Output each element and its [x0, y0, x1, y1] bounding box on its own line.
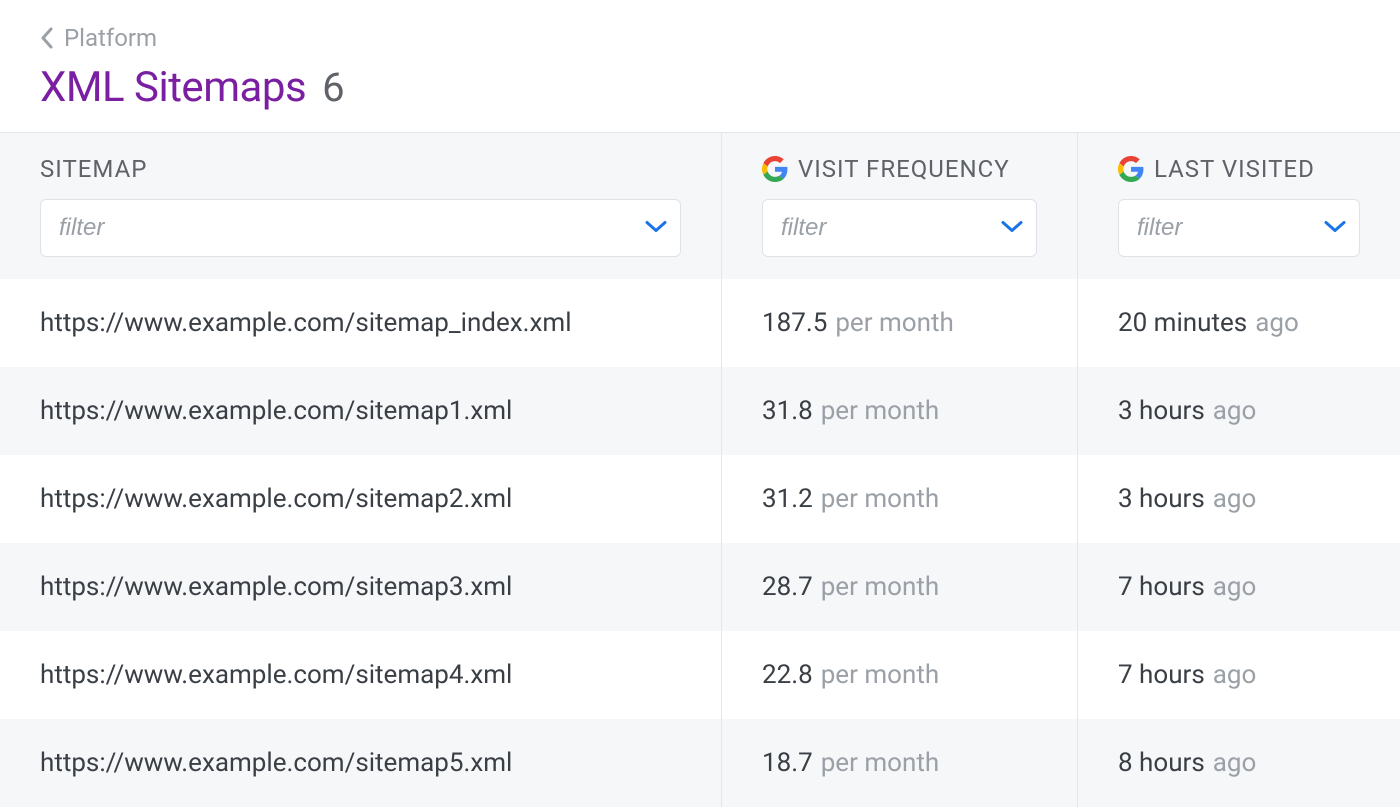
cell-visit-frequency: 28.7 per month: [722, 543, 1078, 631]
column-label: SITEMAP: [40, 155, 147, 183]
visited-value: 8 hours: [1118, 748, 1205, 778]
cell-sitemap: https://www.example.com/sitemap1.xml: [0, 367, 722, 455]
column-header-sitemap: SITEMAP: [0, 133, 722, 279]
cell-sitemap: https://www.example.com/sitemap_index.xm…: [0, 279, 722, 367]
sitemap-url: https://www.example.com/sitemap3.xml: [40, 572, 512, 602]
cell-visit-frequency: 187.5 per month: [722, 279, 1078, 367]
cell-sitemap: https://www.example.com/sitemap3.xml: [0, 543, 722, 631]
google-icon: [1118, 156, 1144, 182]
freq-unit: per month: [835, 308, 953, 338]
freq-value: 31.8: [762, 396, 813, 426]
cell-visit-frequency: 31.8 per month: [722, 367, 1078, 455]
table-row[interactable]: https://www.example.com/sitemap3.xml 28.7…: [0, 543, 1400, 631]
visited-suffix: ago: [1213, 572, 1257, 602]
sitemap-url: https://www.example.com/sitemap1.xml: [40, 396, 512, 426]
sitemap-url: https://www.example.com/sitemap4.xml: [40, 660, 512, 690]
freq-value: 22.8: [762, 660, 813, 690]
filter-last-visited-input[interactable]: [1118, 199, 1360, 257]
cell-sitemap: https://www.example.com/sitemap2.xml: [0, 455, 722, 543]
google-icon: [762, 156, 788, 182]
visited-suffix: ago: [1213, 748, 1257, 778]
page-count: 6: [322, 64, 344, 111]
cell-sitemap: https://www.example.com/sitemap4.xml: [0, 631, 722, 719]
filter-sitemap[interactable]: [40, 199, 681, 257]
cell-last-visited: 3 hours ago: [1078, 455, 1400, 543]
freq-unit: per month: [821, 660, 939, 690]
table-row[interactable]: https://www.example.com/sitemap4.xml 22.8…: [0, 631, 1400, 719]
visited-suffix: ago: [1213, 396, 1257, 426]
column-label: LAST VISITED: [1154, 155, 1315, 183]
filter-last-visited[interactable]: [1118, 199, 1360, 257]
column-header-visit-frequency: VISIT FREQUENCY: [722, 133, 1078, 279]
visited-suffix: ago: [1213, 660, 1257, 690]
visited-value: 3 hours: [1118, 484, 1205, 514]
page-title: XML Sitemaps: [40, 63, 306, 112]
freq-value: 28.7: [762, 572, 813, 602]
cell-last-visited: 7 hours ago: [1078, 631, 1400, 719]
chevron-left-icon: [40, 27, 54, 49]
table-row[interactable]: https://www.example.com/sitemap_index.xm…: [0, 279, 1400, 367]
visited-value: 7 hours: [1118, 572, 1205, 602]
freq-value: 187.5: [762, 308, 827, 338]
sitemap-url: https://www.example.com/sitemap2.xml: [40, 484, 512, 514]
sitemaps-table: SITEMAP VISIT FREQUENCY: [0, 132, 1400, 807]
visited-value: 3 hours: [1118, 396, 1205, 426]
column-header-last-visited: LAST VISITED: [1078, 133, 1400, 279]
freq-value: 18.7: [762, 748, 813, 778]
filter-visit-frequency-input[interactable]: [762, 199, 1037, 257]
cell-visit-frequency: 18.7 per month: [722, 719, 1078, 807]
filter-sitemap-input[interactable]: [40, 199, 681, 257]
column-label: VISIT FREQUENCY: [798, 155, 1010, 183]
cell-last-visited: 8 hours ago: [1078, 719, 1400, 807]
visited-suffix: ago: [1213, 484, 1257, 514]
cell-last-visited: 20 minutes ago: [1078, 279, 1400, 367]
cell-last-visited: 7 hours ago: [1078, 543, 1400, 631]
sitemap-url: https://www.example.com/sitemap5.xml: [40, 748, 512, 778]
cell-visit-frequency: 31.2 per month: [722, 455, 1078, 543]
visited-value: 7 hours: [1118, 660, 1205, 690]
cell-last-visited: 3 hours ago: [1078, 367, 1400, 455]
table-row[interactable]: https://www.example.com/sitemap2.xml 31.2…: [0, 455, 1400, 543]
table-row[interactable]: https://www.example.com/sitemap1.xml 31.8…: [0, 367, 1400, 455]
freq-value: 31.2: [762, 484, 813, 514]
cell-visit-frequency: 22.8 per month: [722, 631, 1078, 719]
filter-visit-frequency[interactable]: [762, 199, 1037, 257]
freq-unit: per month: [821, 484, 939, 514]
visited-suffix: ago: [1255, 308, 1299, 338]
visited-value: 20 minutes: [1118, 308, 1247, 338]
freq-unit: per month: [821, 396, 939, 426]
breadcrumb[interactable]: Platform: [40, 24, 157, 52]
sitemap-url: https://www.example.com/sitemap_index.xm…: [40, 308, 572, 338]
freq-unit: per month: [821, 748, 939, 778]
freq-unit: per month: [821, 572, 939, 602]
table-row[interactable]: https://www.example.com/sitemap5.xml 18.7…: [0, 719, 1400, 807]
cell-sitemap: https://www.example.com/sitemap5.xml: [0, 719, 722, 807]
breadcrumb-label: Platform: [64, 24, 157, 52]
